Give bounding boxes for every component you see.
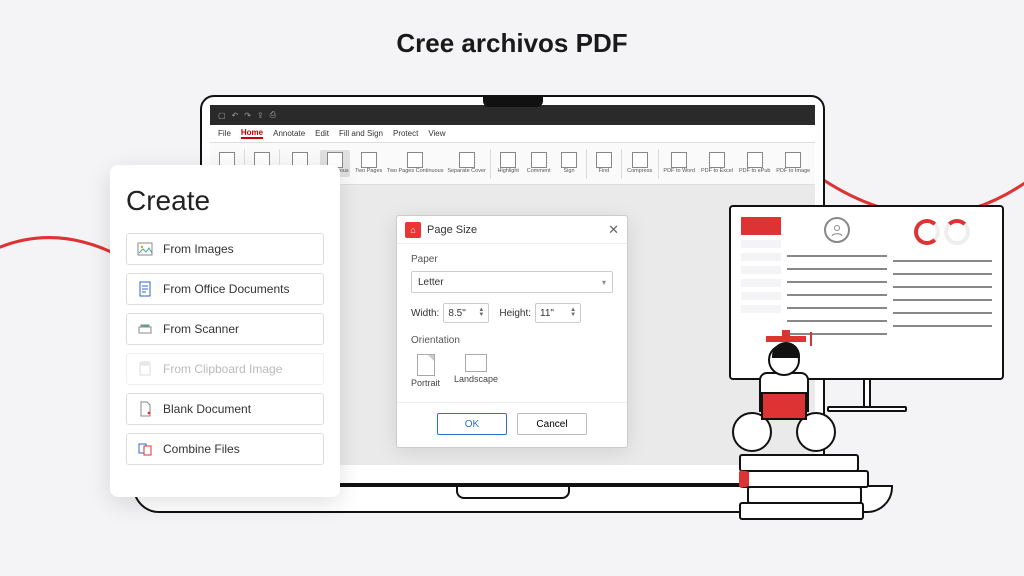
paper-section-label: Paper xyxy=(411,254,613,265)
create-from-scanner[interactable]: From Scanner xyxy=(126,313,324,345)
menu-protect[interactable]: Protect xyxy=(393,129,418,138)
create-combine-files[interactable]: Combine Files xyxy=(126,433,324,465)
blank-icon xyxy=(137,401,153,417)
page-headline: Cree archivos PDF xyxy=(0,0,1024,59)
tool-pdf-epub[interactable]: PDF to ePub xyxy=(738,150,771,177)
paper-size-value: Letter xyxy=(418,277,444,288)
tool-compress[interactable]: Compress xyxy=(626,150,654,177)
redo-icon: ↷ xyxy=(244,111,251,120)
paper-size-select[interactable]: Letter ▾ xyxy=(411,271,613,293)
menu-home[interactable]: Home xyxy=(241,128,263,139)
page-size-dialog: ⌂ Page Size ✕ Paper Letter ▾ Width: 8.5"… xyxy=(396,215,628,448)
menu-fill-sign[interactable]: Fill and Sign xyxy=(339,129,383,138)
height-value: 11" xyxy=(540,308,554,319)
height-input[interactable]: 11" ▲▼ xyxy=(535,303,581,323)
create-blank-document[interactable]: Blank Document xyxy=(126,393,324,425)
height-spinner[interactable]: ▲▼ xyxy=(570,308,576,318)
tool-comment[interactable]: Comment xyxy=(525,150,552,177)
office-icon xyxy=(137,281,153,297)
create-from-office[interactable]: From Office Documents xyxy=(126,273,324,305)
app-menubar: File Home Annotate Edit Fill and Sign Pr… xyxy=(210,125,815,143)
tool-pdf-image[interactable]: PDF to Image xyxy=(775,150,811,177)
tool-separate-cover[interactable]: Separate Cover xyxy=(447,150,487,177)
tool-two-continuous[interactable]: Two Pages Continuous xyxy=(388,150,443,177)
tool-find[interactable]: Find xyxy=(591,150,617,177)
tool-sign[interactable]: Sign xyxy=(556,150,582,177)
chevron-down-icon: ▾ xyxy=(602,278,606,287)
combine-icon xyxy=(137,441,153,457)
export-icon: ⇪ xyxy=(257,111,264,120)
menu-annotate[interactable]: Annotate xyxy=(273,129,305,138)
create-item-label: From Scanner xyxy=(163,322,239,336)
scanner-icon xyxy=(137,321,153,337)
create-item-label: Combine Files xyxy=(163,442,240,456)
close-icon[interactable]: ✕ xyxy=(608,222,619,238)
orientation-section-label: Orientation xyxy=(411,335,613,346)
tool-highlight[interactable]: Highlight xyxy=(495,150,521,177)
create-item-label: Blank Document xyxy=(163,402,251,416)
avatar-icon xyxy=(824,217,850,243)
width-value: 8.5" xyxy=(448,308,465,319)
student-illustration xyxy=(709,330,869,520)
create-item-label: From Images xyxy=(163,242,234,256)
create-from-clipboard: From Clipboard Image xyxy=(126,353,324,385)
clipboard-icon xyxy=(137,361,153,377)
create-title: Create xyxy=(126,185,324,217)
print-icon: ⎙ xyxy=(270,110,276,120)
menu-file[interactable]: File xyxy=(218,129,231,138)
tool-two-pages[interactable]: Two Pages xyxy=(354,150,384,177)
landscape-icon xyxy=(465,354,487,372)
app-icon: ⌂ xyxy=(405,222,421,238)
height-label: Height: xyxy=(499,308,531,319)
width-spinner[interactable]: ▲▼ xyxy=(478,308,484,318)
folder-icon: ▢ xyxy=(218,111,226,120)
menu-view[interactable]: View xyxy=(428,129,445,138)
create-from-images[interactable]: From Images xyxy=(126,233,324,265)
create-item-label: From Clipboard Image xyxy=(163,362,282,376)
cancel-button[interactable]: Cancel xyxy=(517,413,587,435)
width-input[interactable]: 8.5" ▲▼ xyxy=(443,303,489,323)
donut-chart-icon xyxy=(944,219,970,245)
tool-pdf-excel[interactable]: PDF to Excel xyxy=(700,150,734,177)
orientation-portrait[interactable]: Portrait xyxy=(411,354,440,388)
menu-edit[interactable]: Edit xyxy=(315,129,329,138)
ok-button[interactable]: OK xyxy=(437,413,507,435)
image-icon xyxy=(137,241,153,257)
tool-pdf-word[interactable]: PDF to Word xyxy=(662,150,696,177)
create-item-label: From Office Documents xyxy=(163,282,289,296)
orientation-landscape[interactable]: Landscape xyxy=(454,354,498,388)
app-titlebar: ▢ ↶ ↷ ⇪ ⎙ xyxy=(210,105,815,125)
dialog-title: Page Size xyxy=(427,224,602,236)
portrait-icon xyxy=(417,354,435,376)
undo-icon: ↶ xyxy=(232,111,239,120)
width-label: Width: xyxy=(411,308,439,319)
create-panel: Create From Images From Office Documents… xyxy=(110,165,340,497)
donut-chart-icon xyxy=(914,219,940,245)
